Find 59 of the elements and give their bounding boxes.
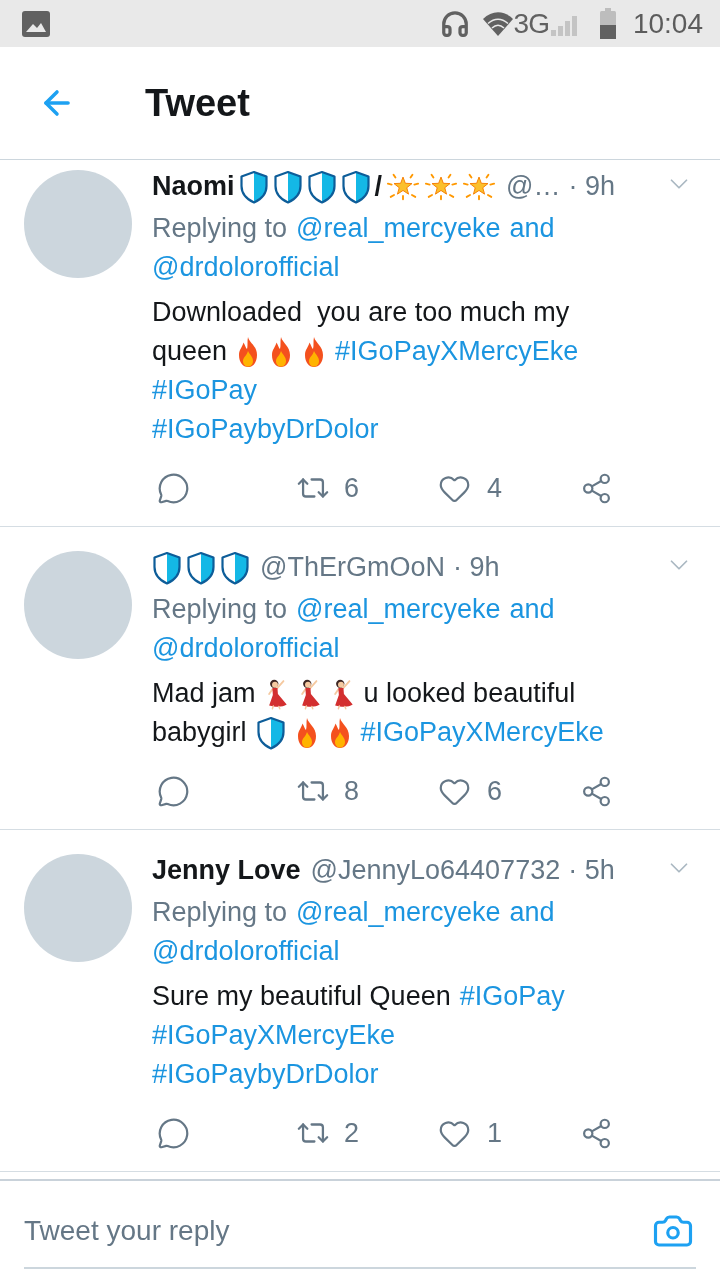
clock-time: 10:04 bbox=[632, 9, 703, 38]
retweet-button[interactable]: 8 bbox=[292, 771, 360, 811]
reply-input[interactable]: Tweet your reply bbox=[24, 1209, 652, 1253]
shield-icon bbox=[152, 550, 182, 585]
shield-icon bbox=[340, 169, 371, 204]
hashtag-link[interactable]: #IGoPayXMercyEke bbox=[360, 713, 604, 752]
like-button[interactable]: 4 bbox=[432, 468, 503, 508]
glowing-star-icon bbox=[386, 172, 421, 201]
image-icon bbox=[22, 10, 50, 37]
shield-icon bbox=[238, 169, 269, 204]
glowing-star-icon bbox=[424, 172, 459, 201]
speech-bubble-icon bbox=[157, 471, 190, 505]
wifi-icon bbox=[481, 10, 514, 37]
post-time: · 9h bbox=[568, 170, 615, 203]
shield-icon bbox=[272, 169, 303, 204]
speech-bubble-icon bbox=[157, 1116, 190, 1150]
mention-link[interactable]: @real_mercyeke bbox=[296, 209, 501, 248]
mention-link[interactable]: @drdolorofficial bbox=[152, 248, 340, 287]
tweet-text: Mad jam u looked beautiful babygirl #IGoPayXMercyEke bbox=[152, 674, 694, 752]
hashtag-link[interactable]: #IGoPay bbox=[459, 977, 565, 1016]
shield-icon bbox=[255, 715, 286, 750]
hashtag-link[interactable]: #IGoPay bbox=[152, 371, 258, 410]
page-title: Tweet bbox=[145, 80, 250, 126]
hashtag-link[interactable]: #IGoPaybyDrDolor bbox=[152, 410, 379, 449]
mention-link[interactable]: @real_mercyeke bbox=[296, 590, 501, 629]
share-icon bbox=[580, 1116, 613, 1150]
mention-link[interactable]: @drdolorofficial bbox=[152, 932, 340, 971]
reply-context: Replying to @real_mercyeke and @drdolorofficial bbox=[152, 893, 694, 971]
retweet-button[interactable]: 6 bbox=[292, 468, 360, 508]
shield-icon bbox=[220, 550, 250, 585]
hashtag-link[interactable]: #IGoPaybyDrDolor bbox=[152, 1055, 379, 1094]
mention-link[interactable]: @drdolorofficial bbox=[152, 629, 340, 668]
tweet-text: Downloaded you are too much my queen #IGoPayXMercyEke #IGoPay #IGoPaybyDrDolor bbox=[152, 293, 694, 449]
speech-bubble-icon bbox=[157, 774, 190, 808]
retweet-button[interactable]: 2 bbox=[292, 1113, 360, 1153]
post-time: · 5h bbox=[568, 854, 615, 887]
display-name: Jenny Love bbox=[152, 854, 301, 887]
mention-link[interactable]: @real_mercyeke bbox=[296, 893, 501, 932]
shield-icon bbox=[186, 550, 216, 585]
battery-icon bbox=[598, 7, 617, 40]
shield-icon bbox=[306, 169, 337, 204]
hashtag-link[interactable]: #IGoPayXMercyEke bbox=[335, 332, 579, 371]
glowing-star-icon bbox=[462, 172, 497, 201]
headphones-icon bbox=[439, 8, 470, 39]
post-time: · 9h bbox=[452, 551, 500, 584]
like-button[interactable]: 6 bbox=[432, 771, 503, 811]
display-name: Naomi bbox=[152, 170, 235, 203]
reply-context: Replying to @real_mercyeke and @drdolorofficial bbox=[152, 590, 694, 668]
user-handle[interactable]: @ThErGmOoN bbox=[260, 548, 445, 587]
share-icon bbox=[580, 774, 613, 808]
like-button[interactable]: 1 bbox=[432, 1113, 503, 1153]
user-handle[interactable]: @JennyLo64407732 bbox=[310, 851, 561, 890]
share-icon bbox=[580, 471, 613, 505]
hashtag-link[interactable]: #IGoPayXMercyEke bbox=[152, 1016, 396, 1055]
tweet-text: Sure my beautiful Queen #IGoPay #IGoPayXMercyEke #IGoPaybyDrDolor bbox=[152, 977, 694, 1094]
network-type: 3G bbox=[513, 9, 549, 38]
display-name: / bbox=[374, 170, 383, 203]
reply-context: Replying to @real_mercyeke and @drdolorofficial bbox=[152, 209, 694, 287]
user-handle[interactable]: @… bbox=[506, 167, 561, 206]
